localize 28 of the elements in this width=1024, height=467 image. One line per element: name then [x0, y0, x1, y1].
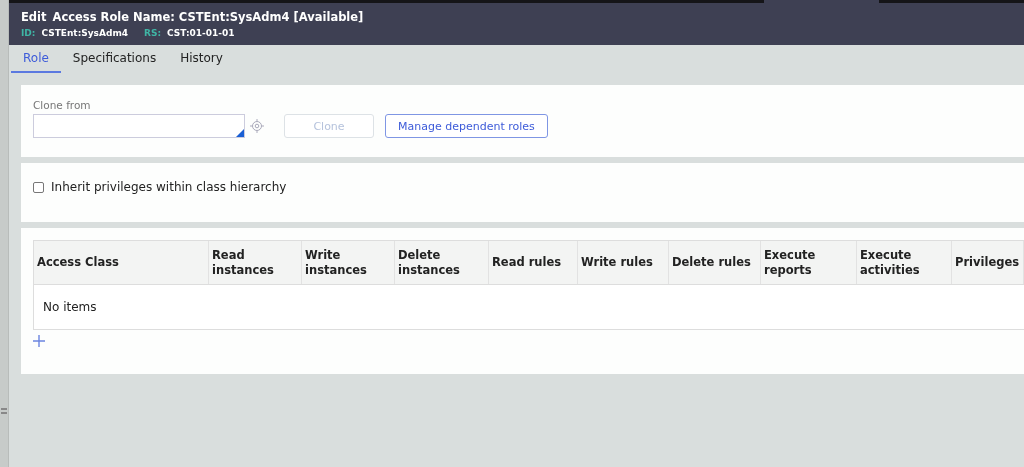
- target-icon[interactable]: [250, 119, 264, 133]
- column-header: Write rules: [578, 241, 669, 284]
- column-header: Read rules: [489, 241, 578, 284]
- checkbox[interactable]: [33, 181, 44, 193]
- tab[interactable]: Role: [11, 45, 61, 73]
- column-header: Execute reports: [761, 241, 857, 284]
- field-label: Clone from: [33, 99, 92, 111]
- column-header: Delete instances: [395, 241, 489, 284]
- edit-label: Edit: [21, 10, 47, 24]
- add-icon[interactable]: [33, 335, 45, 347]
- manage-dependent-roles-button[interactable]: Manage dependent roles: [385, 114, 548, 138]
- meta-label: ID:: [21, 28, 36, 38]
- column-header: Read instances: [209, 241, 302, 284]
- clone-from-field[interactable]: [33, 114, 245, 138]
- tab[interactable]: History: [168, 45, 235, 73]
- column-header: Access Class: [34, 241, 209, 284]
- meta-value: CSTEnt:SysAdm4: [41, 28, 129, 38]
- column-header: Execute activities: [857, 241, 952, 284]
- column-header: Write instances: [302, 241, 395, 284]
- meta-label: RS:: [144, 28, 162, 38]
- tab[interactable]: Specifications: [60, 45, 169, 73]
- resize-handle[interactable]: [1, 408, 7, 414]
- empty-message: No items: [43, 300, 97, 314]
- column-header: Delete rules: [669, 241, 761, 284]
- column-header: Privileges: [952, 241, 1024, 284]
- window-title: Access Role Name: CSTEnt:SysAdm4 [Available]: [52, 10, 364, 24]
- meta-value: CST:01-01-01: [167, 28, 235, 38]
- checkbox-label: Inherit privileges within class hierarchy: [51, 180, 287, 194]
